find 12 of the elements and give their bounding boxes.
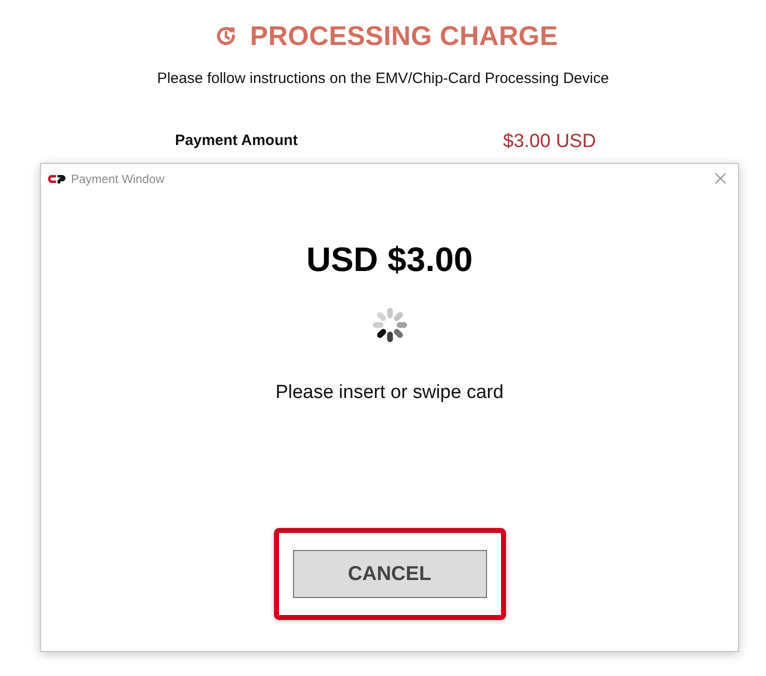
spinner-icon	[370, 306, 408, 344]
cancel-button[interactable]: CANCEL	[292, 550, 486, 598]
charge-amount: USD $3.00	[306, 240, 473, 280]
status-message: Please insert or swipe card	[275, 381, 504, 405]
logo-icon	[48, 174, 66, 184]
close-button[interactable]	[713, 171, 728, 186]
payment-amount-label: Payment Amount	[175, 132, 299, 149]
payment-amount-value: $3.00 USD	[503, 130, 596, 153]
instructions-text: Please follow instructions on the EMV/Chip-Card Processing Device	[157, 69, 609, 89]
dialog-title: Payment Window	[71, 172, 166, 186]
close-icon	[715, 173, 726, 184]
page-title: PROCESSING CHARGE	[250, 20, 558, 52]
